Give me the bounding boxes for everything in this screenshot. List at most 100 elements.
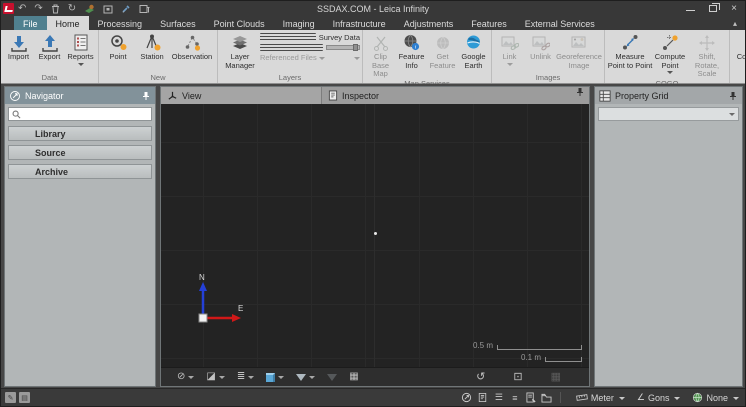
tab-external-services[interactable]: External Services (516, 16, 604, 30)
ribbon-group-cogo: Measure Point to Point Compute Point Shi… (605, 30, 730, 83)
message-status-icon[interactable]: ▤ (19, 392, 30, 403)
tab-infrastructure[interactable]: Infrastructure (324, 16, 395, 30)
chevron-down-icon (78, 63, 84, 66)
layers-icon: ≣ (237, 372, 245, 382)
import-button[interactable]: Import (3, 31, 34, 62)
view-icon (167, 90, 178, 101)
disabled-view-icon: ▦ (551, 372, 561, 382)
property-grid-selector[interactable] (598, 107, 739, 121)
pin-icon[interactable] (575, 87, 589, 104)
tab-adjustments[interactable]: Adjustments (395, 16, 463, 30)
shift-rotate-scale-button: Shift, Rotate, Scale (687, 31, 727, 79)
group-label-coordinates (732, 73, 746, 83)
compute-point-button[interactable]: Compute Point (653, 31, 687, 74)
archive-icon[interactable] (103, 3, 113, 14)
map-canvas[interactable]: N E 0.5 m 0.1 m (161, 104, 589, 367)
select-tool-button[interactable]: ◪ (206, 372, 224, 382)
reset-view-button[interactable]: ↺ (476, 372, 485, 382)
station-icon (143, 32, 162, 53)
layer-manager-toggle-icon[interactable]: ≡ (509, 392, 521, 404)
grid-toggle-button[interactable]: ▦ (349, 372, 358, 382)
window-layout-icon[interactable] (139, 3, 150, 14)
snap-icon: ⊘ (177, 372, 185, 382)
filter-tool-button[interactable] (296, 374, 315, 381)
new-station-button[interactable]: Station (135, 31, 169, 62)
length-unit-selector[interactable]: Meter (576, 393, 625, 403)
close-icon[interactable]: × (731, 4, 737, 14)
view-panel: View Inspector (160, 86, 590, 387)
google-earth-button[interactable]: Google Earth (458, 31, 489, 70)
app-window: ↶ ↷ ↻ SSDAX.COM - Leica Infinity × File … (0, 0, 746, 407)
edit-status-icon[interactable]: ✎ (5, 392, 16, 403)
new-point-button[interactable]: Point (101, 31, 135, 62)
quick-access-toolbar: ↶ ↷ ↻ (18, 3, 150, 14)
cube-icon (266, 373, 275, 382)
chevron-down-icon (729, 113, 735, 116)
snap-tool-button[interactable]: ⊘ (177, 372, 194, 382)
navigator-search-input[interactable] (24, 109, 148, 119)
tab-features[interactable]: Features (462, 16, 516, 30)
measure-point-to-point-button[interactable]: Measure Point to Point (607, 31, 653, 70)
inspector-toggle-icon[interactable] (477, 392, 489, 404)
clip-base-map-button: Clip Base Map (365, 31, 396, 79)
tools-icon[interactable] (121, 3, 131, 14)
chevron-down-icon[interactable] (354, 57, 360, 60)
tab-inspector[interactable]: Inspector (322, 87, 575, 104)
tab-view[interactable]: View (161, 87, 322, 104)
tab-imaging[interactable]: Imaging (274, 16, 324, 30)
crs-selector[interactable]: None (692, 392, 739, 403)
report-toggle-icon[interactable] (525, 392, 537, 404)
restore-icon[interactable] (709, 5, 717, 12)
feature-info-button[interactable]: i Feature Info (396, 31, 427, 70)
navigator-item-archive[interactable]: Archive (8, 164, 152, 179)
property-grid-header[interactable]: Property Grid (595, 87, 742, 104)
compute-point-icon (661, 32, 680, 53)
view-mode-button[interactable] (266, 373, 284, 382)
zoom-extents-button[interactable]: ⊡ (513, 372, 522, 382)
app-logo-icon (3, 3, 14, 14)
get-feature-icon (434, 32, 452, 53)
clip-base-map-icon (372, 32, 390, 53)
tab-surfaces[interactable]: Surfaces (151, 16, 205, 30)
tab-home[interactable]: Home (47, 16, 89, 30)
navigator-item-source[interactable]: Source (8, 145, 152, 160)
process-icon[interactable] (84, 3, 95, 14)
layers-visibility-widget[interactable]: Survey Data Referenced Files (260, 31, 360, 62)
tab-point-clouds[interactable]: Point Clouds (205, 16, 274, 30)
tab-file[interactable]: File (14, 16, 47, 30)
refresh-icon[interactable]: ↻ (68, 3, 76, 14)
navigator-header[interactable]: Navigator (5, 87, 155, 104)
property-grid-toggle-icon[interactable]: ☰ (493, 392, 505, 404)
project-folder-icon[interactable] (541, 392, 553, 404)
length-unit-value: Meter (591, 393, 614, 403)
minimize-icon[interactable] (686, 10, 695, 11)
export-button[interactable]: Export (34, 31, 65, 62)
coordinates-button[interactable]: Coordinates (732, 31, 746, 66)
pin-icon[interactable] (141, 91, 151, 101)
slider-knob[interactable] (353, 44, 358, 51)
delete-icon[interactable] (51, 3, 60, 14)
reports-button[interactable]: Reports (65, 31, 96, 66)
search-icon (12, 110, 21, 119)
undo-icon[interactable]: ↶ (18, 3, 26, 14)
window-title: SSDAX.COM - Leica Infinity (201, 4, 545, 14)
tab-processing[interactable]: Processing (89, 16, 152, 30)
navigator-search[interactable] (8, 107, 152, 121)
navigator-item-library[interactable]: Library (8, 126, 152, 141)
layer-manager-button[interactable]: Layer Manager (220, 31, 260, 70)
pin-icon[interactable] (728, 91, 738, 101)
window-controls: × (686, 4, 745, 14)
new-observation-button[interactable]: Observation (169, 31, 215, 62)
angle-unit-selector[interactable]: ∠ Gons (637, 392, 681, 403)
disabled-tool-button (327, 374, 337, 381)
navigator-toggle-icon[interactable] (461, 392, 473, 404)
redo-icon[interactable]: ↷ (34, 3, 42, 14)
ribbon-collapse-icon[interactable]: ▴ (733, 16, 745, 30)
inspector-icon (328, 90, 338, 101)
divider (560, 392, 561, 403)
layers-tool-button[interactable]: ≣ (237, 372, 254, 382)
referenced-files-label[interactable]: Referenced Files (260, 53, 317, 62)
layer-opacity-slider[interactable] (326, 45, 360, 50)
chevron-down-icon (278, 376, 284, 379)
chevron-down-icon (674, 397, 680, 400)
